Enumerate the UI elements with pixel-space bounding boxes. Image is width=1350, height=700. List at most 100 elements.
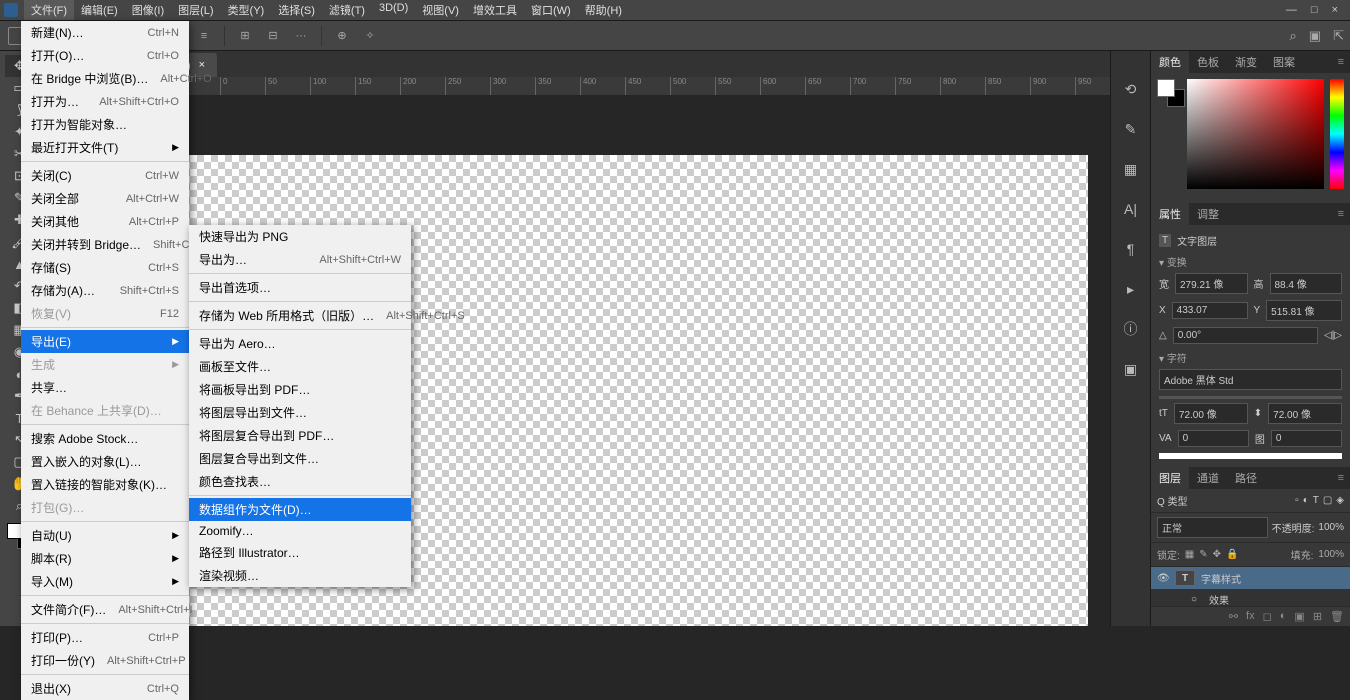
menu-item[interactable]: 关闭并转到 Bridge…Shift+Ctrl+W (21, 233, 189, 256)
fill-value[interactable]: 100% (1318, 549, 1344, 560)
menu-0[interactable]: 文件(F) (24, 0, 74, 20)
transform-icon[interactable]: ✧ (362, 28, 378, 44)
menu-4[interactable]: 类型(Y) (221, 0, 272, 20)
distribute-icon[interactable]: ⊞ (237, 28, 253, 44)
menu-8[interactable]: 视图(V) (415, 0, 466, 20)
menu-item[interactable]: 打开为智能对象… (21, 113, 189, 136)
tracking-field[interactable]: 0 (1178, 430, 1249, 447)
menu-item[interactable]: 退出(X)Ctrl+Q (21, 677, 189, 700)
menu-item[interactable]: 打开为…Alt+Shift+Ctrl+O (21, 90, 189, 113)
menu-item[interactable]: 数据组作为文件(D)… (189, 498, 411, 521)
menu-item[interactable]: 路径到 Illustrator… (189, 541, 411, 564)
lock-trans-icon[interactable]: ▦ (1185, 549, 1194, 560)
menu-item[interactable]: 将图层复合导出到 PDF… (189, 424, 411, 447)
tab-paths[interactable]: 路径 (1227, 467, 1265, 489)
menu-item[interactable]: 图层复合导出到文件… (189, 447, 411, 470)
menu-item[interactable]: 新建(N)…Ctrl+N (21, 21, 189, 44)
tab-close-icon[interactable]: × (199, 59, 205, 71)
menu-7[interactable]: 3D(D) (372, 0, 415, 20)
panel-color-swatch[interactable] (1157, 79, 1181, 197)
font-size-field[interactable]: 72.00 像 (1174, 403, 1248, 424)
character-panel-icon[interactable]: A| (1121, 199, 1141, 219)
menu-item[interactable]: 打开(O)…Ctrl+O (21, 44, 189, 67)
panel-menu-icon[interactable]: ≡ (1332, 56, 1350, 68)
flip-h-icon[interactable]: ◁|▷ (1324, 330, 1342, 341)
align-right-icon[interactable]: ≡ (196, 28, 212, 44)
tab-patterns[interactable]: 图案 (1265, 51, 1303, 73)
menu-item[interactable]: 打印一份(Y)Alt+Shift+Ctrl+P (21, 649, 189, 672)
layer-row[interactable]: 👁T字幕样式 (1151, 567, 1350, 589)
kerning-field[interactable]: 0 (1271, 430, 1342, 447)
new-fill-icon[interactable]: ◐ (1280, 610, 1287, 623)
distribute-icon-2[interactable]: ⊟ (265, 28, 281, 44)
close-button[interactable]: × (1332, 4, 1338, 16)
actions-panel-icon[interactable]: ▸ (1121, 279, 1141, 299)
leading-field[interactable]: 72.00 像 (1268, 403, 1342, 424)
swatches-panel-icon[interactable]: ▦ (1121, 159, 1141, 179)
more-icon[interactable]: ··· (293, 28, 309, 44)
menu-item[interactable]: 存储为 Web 所用格式（旧版）…Alt+Shift+Ctrl+S (189, 304, 411, 327)
menu-item[interactable]: 快速导出为 PNG (189, 225, 411, 248)
hue-strip[interactable] (1330, 79, 1344, 189)
delete-layer-icon[interactable]: 🗑 (1330, 610, 1344, 623)
menu-item[interactable]: 将图层导出到文件… (189, 401, 411, 424)
3d-mode-icon[interactable]: ⊕ (334, 28, 350, 44)
angle-field[interactable]: 0.00° (1173, 327, 1318, 344)
filter-smart-icon[interactable]: ◈ (1336, 495, 1344, 506)
menu-item[interactable]: 共享… (21, 376, 189, 399)
blend-mode-field[interactable]: 正常 (1157, 517, 1268, 538)
filter-adjust-icon[interactable]: ◐ (1303, 495, 1309, 506)
menu-item[interactable]: 导出为…Alt+Shift+Ctrl+W (189, 248, 411, 271)
menu-item[interactable]: 文件简介(F)…Alt+Shift+Ctrl+I (21, 598, 189, 621)
lock-pixel-icon[interactable]: ✎ (1199, 549, 1207, 560)
panel-menu-icon[interactable]: ≡ (1332, 472, 1350, 484)
menu-item[interactable]: 颜色查找表… (189, 470, 411, 493)
layer-fx-icon[interactable]: fx (1246, 610, 1255, 623)
share-icon[interactable]: ⇱ (1333, 28, 1344, 44)
menu-9[interactable]: 增效工具 (466, 0, 524, 20)
menu-2[interactable]: 图像(I) (125, 0, 171, 20)
panel-menu-icon[interactable]: ≡ (1332, 208, 1350, 220)
libraries-panel-icon[interactable]: ▣ (1121, 359, 1141, 379)
menu-1[interactable]: 编辑(E) (74, 0, 125, 20)
menu-item[interactable]: 置入嵌入的对象(L)… (21, 450, 189, 473)
maximize-button[interactable]: □ (1311, 4, 1318, 16)
tab-layers[interactable]: 图层 (1151, 467, 1189, 489)
paragraph-panel-icon[interactable]: ¶ (1121, 239, 1141, 259)
x-field[interactable]: 433.07 (1172, 302, 1248, 319)
tab-channels[interactable]: 通道 (1189, 467, 1227, 489)
menu-5[interactable]: 选择(S) (271, 0, 322, 20)
lock-all-icon[interactable]: 🔒 (1226, 549, 1238, 560)
filter-type-icon[interactable]: T (1313, 495, 1319, 506)
opacity-value[interactable]: 100% (1318, 522, 1344, 533)
workspace-icon[interactable]: ▣ (1309, 28, 1321, 44)
search-icon[interactable]: ⌕ (1290, 28, 1297, 44)
tab-swatches[interactable]: 色板 (1189, 51, 1227, 73)
tab-gradients[interactable]: 渐变 (1227, 51, 1265, 73)
filter-pixel-icon[interactable]: ▫ (1295, 495, 1299, 506)
menu-item[interactable]: Zoomify… (189, 521, 411, 541)
color-field[interactable] (1187, 79, 1324, 189)
tab-properties[interactable]: 属性 (1151, 203, 1189, 225)
menu-11[interactable]: 帮助(H) (578, 0, 629, 20)
font-weight-slider[interactable] (1159, 396, 1342, 399)
menu-item[interactable]: 将画板导出到 PDF… (189, 378, 411, 401)
tab-adjustments[interactable]: 调整 (1189, 203, 1227, 225)
menu-item[interactable]: 导入(M)▶ (21, 570, 189, 593)
menu-item[interactable]: 在 Bridge 中浏览(B)…Alt+Ctrl+O (21, 67, 189, 90)
menu-item[interactable]: 存储为(A)…Shift+Ctrl+S (21, 279, 189, 302)
menu-item[interactable]: 渲染视频… (189, 564, 411, 587)
menu-6[interactable]: 滤镜(T) (322, 0, 372, 20)
color-bar[interactable] (1159, 453, 1342, 459)
width-field[interactable]: 279.21 像 (1175, 273, 1248, 294)
menu-item[interactable]: 导出为 Aero… (189, 332, 411, 355)
minimize-button[interactable]: — (1286, 4, 1297, 16)
height-field[interactable]: 88.4 像 (1270, 273, 1343, 294)
menu-item[interactable]: 打印(P)…Ctrl+P (21, 626, 189, 649)
link-layers-icon[interactable]: ⚯ (1229, 610, 1238, 623)
tab-color[interactable]: 颜色 (1151, 51, 1189, 73)
menu-item[interactable]: 脚本(R)▶ (21, 547, 189, 570)
menu-item[interactable]: 关闭全部Alt+Ctrl+W (21, 187, 189, 210)
menu-item[interactable]: 画板至文件… (189, 355, 411, 378)
filter-shape-icon[interactable]: ▢ (1323, 495, 1332, 506)
